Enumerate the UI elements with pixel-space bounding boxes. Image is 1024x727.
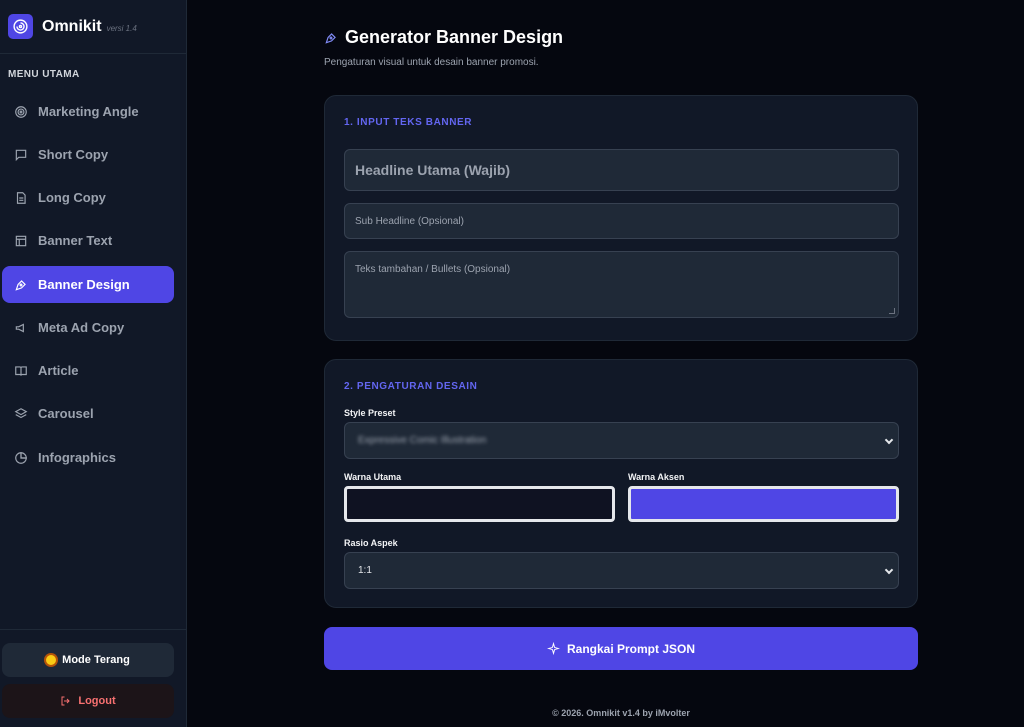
accent-color-picker[interactable] [628,486,899,522]
logout-icon [61,696,71,706]
page-subtitle: Pengaturan visual untuk desain banner pr… [324,57,539,68]
page-title-text: Generator Banner Design [345,27,564,47]
chevron-down-icon [884,565,894,575]
sidebar-item-long-copy[interactable]: Long Copy [2,179,174,216]
sidebar-item-short-copy[interactable]: Short Copy [2,136,174,173]
sidebar-item-label: Article [38,363,79,378]
main-content: Generator Banner Design Pengaturan visua… [187,0,1024,727]
sidebar-item-label: Banner Design [38,277,130,292]
megaphone-icon [15,323,24,332]
brand-name: Omnikit [42,17,102,35]
generate-prompt-button[interactable]: Rangkai Prompt JSON [324,627,918,670]
sidebar-item-label: Meta Ad Copy [38,320,125,335]
page-title: Generator Banner Design [324,27,563,48]
layers-icon [14,407,28,418]
style-preset-label: Style Preset [344,408,396,418]
aspect-ratio-label: Rasio Aspek [344,538,398,548]
sidebar-item-banner-text[interactable]: Banner Text [2,222,174,259]
layout-icon [15,235,27,246]
sparkle-icon [546,642,560,655]
chevron-down-icon [884,435,894,445]
accent-color-label: Warna Aksen [628,472,685,482]
style-preset-select[interactable]: Expressive Comic Illustration [344,422,899,459]
extra-text-placeholder: Teks tambahan / Bullets (Opsional) [355,264,511,275]
card-title: 2. PENGATURAN DESAIN [344,381,478,392]
aspect-ratio-value: 1:1 [358,565,372,576]
sidebar-item-meta-ad-copy[interactable]: Meta Ad Copy [2,309,174,346]
sidebar-item-label: Short Copy [38,147,109,162]
pie-chart-icon [15,451,27,464]
sidebar-item-label: Long Copy [38,190,106,205]
sidebar-bottom: Mode Terang Logout [0,629,186,727]
pen-tool-icon [15,279,26,291]
subheadline-input[interactable]: Sub Headline (Opsional) [344,203,899,239]
sun-icon [46,655,57,665]
primary-color-picker[interactable] [344,486,615,522]
sidebar-item-label: Infographics [38,450,117,465]
sidebar-item-label: Banner Text [38,233,113,248]
subheadline-placeholder: Sub Headline (Opsional) [355,215,464,227]
extra-text-textarea[interactable]: Teks tambahan / Bullets (Opsional) [344,251,899,318]
file-text-icon [16,191,26,204]
brand-version: versi 1.4 [106,24,137,33]
logo-icon [8,14,33,39]
style-preset-value: Expressive Comic Illustration [358,435,487,446]
resize-handle[interactable] [889,308,895,314]
generate-prompt-label: Rangkai Prompt JSON [566,641,696,656]
design-settings-card: 2. PENGATURAN DESAIN Style Preset Expres… [324,359,918,608]
message-square-icon [15,149,27,161]
menu-title: MENU UTAMA [8,69,80,80]
sidebar-item-infographics[interactable]: Infographics [2,439,174,476]
sidebar-item-carousel[interactable]: Carousel [2,395,174,432]
sidebar-item-banner-design[interactable]: Banner Design [2,266,174,303]
primary-color-label: Warna Utama [344,472,402,482]
headline-input[interactable]: Headline Utama (Wajib) [344,149,899,191]
footer: © 2026. Omnikit v1.4 by iMvolter [552,708,690,718]
brand: Omnikit versi 1.4 [0,0,186,54]
mode-toggle-button[interactable]: Mode Terang [2,643,174,677]
sidebar-item-label: Marketing Angle [38,104,139,119]
target-icon [15,105,27,118]
headline-placeholder: Headline Utama (Wajib) [355,162,511,178]
logout-button[interactable]: Logout [2,684,174,718]
sidebar-item-label: Carousel [38,406,94,421]
input-text-card: 1. INPUT TEKS BANNER Headline Utama (Waj… [324,95,918,341]
sidebar-item-marketing-angle[interactable]: Marketing Angle [2,93,174,130]
logout-label: Logout [78,695,116,707]
book-open-icon [15,365,27,376]
aspect-ratio-select[interactable]: 1:1 [344,552,899,589]
pen-tool-icon [325,32,336,44]
sidebar: Omnikit versi 1.4 MENU UTAMA Marketing A… [0,0,187,727]
card-title: 1. INPUT TEKS BANNER [344,117,473,128]
mode-label: Mode Terang [62,654,130,666]
sidebar-item-article[interactable]: Article [2,352,174,389]
